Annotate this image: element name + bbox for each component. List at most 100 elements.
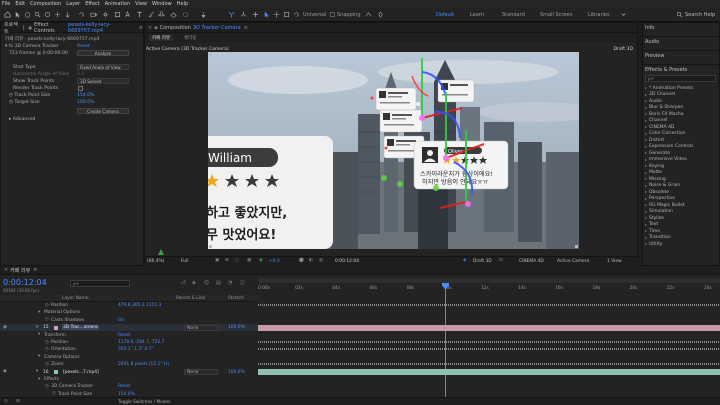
timeline-timecode[interactable]: 0:00:12:04: [3, 278, 47, 287]
workspace-small-screen[interactable]: Small Screen: [540, 12, 573, 18]
layer-name[interactable]: [pexels...7.mp4]: [62, 370, 100, 375]
keyframe-track[interactable]: [258, 348, 720, 351]
grid-icon[interactable]: ⊞: [225, 258, 229, 263]
property-value[interactable]: On: [118, 318, 124, 323]
expand-triangle-icon[interactable]: [645, 210, 647, 213]
exposure-value[interactable]: +0.0: [269, 259, 280, 264]
property-row[interactable]: ◷ Casts Shadows On: [0, 317, 258, 324]
composition-subtab[interactable]: 렌더링: [181, 35, 199, 41]
extended-viewer-icon[interactable]: ⊡: [499, 258, 503, 263]
frame-blending-icon[interactable]: ▤: [216, 280, 221, 286]
stretch-value[interactable]: 100.0%: [228, 370, 245, 375]
rotate-tool-icon[interactable]: [78, 11, 85, 18]
menu-item-effect[interactable]: Effect: [85, 1, 99, 7]
show-snapshot-icon[interactable]: ◐: [309, 258, 313, 263]
william-review-card[interactable]: William 하고 좋았지만, 무 맛었어요!: [208, 136, 333, 249]
composition-subtab[interactable]: 카페 리뷰: [149, 34, 173, 41]
roto-brush-tool-icon[interactable]: [182, 11, 189, 18]
layer-color-label[interactable]: [54, 370, 58, 375]
expand-triangle-icon[interactable]: [645, 139, 647, 142]
property-value[interactable]: Reset: [118, 333, 130, 338]
motion-blur-icon[interactable]: ◔: [228, 280, 232, 286]
stopwatch-icon[interactable]: ◷: [45, 384, 49, 389]
expand-triangle-icon[interactable]: ▾: [36, 325, 38, 330]
col-parent[interactable]: Parent & Link: [176, 296, 205, 301]
expand-triangle-icon[interactable]: ▾: [38, 332, 40, 337]
close-tab-icon[interactable]: ×: [4, 267, 8, 273]
effect-reset-link[interactable]: Reset: [77, 44, 90, 49]
property-value[interactable]: 2041.8 pixels (15.1° H): [118, 362, 169, 367]
expand-triangle-icon[interactable]: [645, 113, 647, 116]
property-row[interactable]: ▾ Camera Options: [0, 354, 258, 361]
property-value[interactable]: Reset: [118, 384, 130, 389]
expand-triangle-icon[interactable]: [645, 178, 647, 181]
stretch-value[interactable]: 100.0%: [228, 325, 245, 330]
gizmo-position-icon[interactable]: [273, 11, 280, 18]
menu-item-layer[interactable]: Layer: [66, 1, 80, 7]
expand-triangle-icon[interactable]: [645, 119, 647, 122]
expand-triangle-icon[interactable]: ▾: [38, 354, 40, 359]
fit-icon[interactable]: ▣: [215, 258, 219, 263]
keyframe-track[interactable]: [258, 341, 720, 343]
stopwatch-icon[interactable]: ◷: [45, 347, 49, 352]
layer-color-label[interactable]: [54, 325, 58, 330]
expand-triangle-icon[interactable]: [645, 152, 647, 155]
advanced-group[interactable]: ▸ Advanced: [9, 117, 35, 122]
expand-triangle-icon[interactable]: [645, 217, 647, 220]
expand-triangle-icon[interactable]: [645, 236, 647, 239]
hand-tool-icon[interactable]: [24, 11, 31, 18]
stopwatch-icon[interactable]: ◷: [9, 100, 13, 105]
pan-tool-icon[interactable]: [54, 11, 61, 18]
layer-duration-bar[interactable]: [258, 324, 720, 331]
comp-flowchart-icon[interactable]: ⎇: [180, 280, 186, 286]
pan-behind-tool-icon[interactable]: [102, 11, 109, 18]
menu-item-view[interactable]: View: [135, 1, 147, 7]
axis-world-icon[interactable]: [240, 11, 247, 18]
snapping-label[interactable]: Snapping: [337, 12, 361, 18]
composition-canvas[interactable]: William 하고 좋았지만, 무 맛었어요! Oliver 스카이라운지가 …: [208, 52, 579, 249]
pen-tool-icon[interactable]: [124, 11, 131, 18]
property-row[interactable]: ▾ Effects: [0, 376, 258, 383]
snapshot-icon[interactable]: ⬤: [299, 258, 304, 263]
expand-triangle-icon[interactable]: [645, 106, 647, 109]
expand-triangle-icon[interactable]: [645, 93, 647, 96]
panel-menu-icon[interactable]: ≡: [33, 267, 37, 273]
snap-options-icon[interactable]: [365, 11, 372, 18]
expand-triangle-icon[interactable]: [645, 145, 647, 148]
info-panel-header[interactable]: Info: [645, 25, 654, 31]
home-icon[interactable]: [4, 11, 11, 18]
menu-item-window[interactable]: Window: [152, 1, 172, 7]
color-management-icon[interactable]: ◉: [259, 258, 263, 263]
render-track-points-checkbox[interactable]: [78, 86, 83, 91]
expand-triangle-icon[interactable]: [645, 184, 647, 187]
axis-view-icon[interactable]: [252, 11, 259, 18]
clone-stamp-tool-icon[interactable]: [158, 11, 165, 18]
stopwatch-icon[interactable]: ◷: [9, 93, 13, 98]
expand-triangle-icon[interactable]: [645, 126, 647, 129]
timeline-search-input[interactable]: ρ+: [70, 280, 130, 287]
menu-item-file[interactable]: File: [2, 1, 10, 7]
effects-search-input[interactable]: ρ+: [645, 75, 716, 82]
collapse-triangle-icon[interactable]: ▸: [9, 117, 11, 122]
menu-item-composition[interactable]: Composition: [30, 1, 61, 7]
camera-select[interactable]: Active Camera: [557, 259, 589, 264]
property-row[interactable]: ◷ Zoom 2041.8 pixels (15.1° H): [0, 361, 258, 368]
footer-timecode[interactable]: 0:00:12:04: [335, 259, 359, 264]
graph-editor-icon[interactable]: ◫: [240, 280, 245, 286]
eraser-tool-icon[interactable]: [170, 11, 177, 18]
gizmo-scale-icon[interactable]: [283, 11, 290, 18]
property-value[interactable]: 359.1°,1.3°,0.7°: [118, 347, 154, 352]
close-tab-icon[interactable]: ×: [148, 25, 152, 31]
lock-icon[interactable]: [28, 25, 32, 30]
expand-triangle-icon[interactable]: [645, 223, 647, 226]
expand-triangle-icon[interactable]: [645, 165, 647, 168]
visibility-eye-icon[interactable]: ◉: [3, 325, 7, 330]
expand-triangle-icon[interactable]: [645, 158, 647, 161]
renderer-select[interactable]: CINEMA 4D: [519, 259, 544, 264]
channel-icon[interactable]: ◍: [319, 258, 323, 263]
tab-project[interactable]: 프로젝트: [4, 21, 20, 35]
expand-triangle-icon[interactable]: [645, 100, 647, 103]
mask-icon[interactable]: ◻: [235, 258, 239, 263]
brush-tool-icon[interactable]: [148, 11, 155, 18]
expand-triangle-icon[interactable]: ▾: [36, 369, 38, 374]
